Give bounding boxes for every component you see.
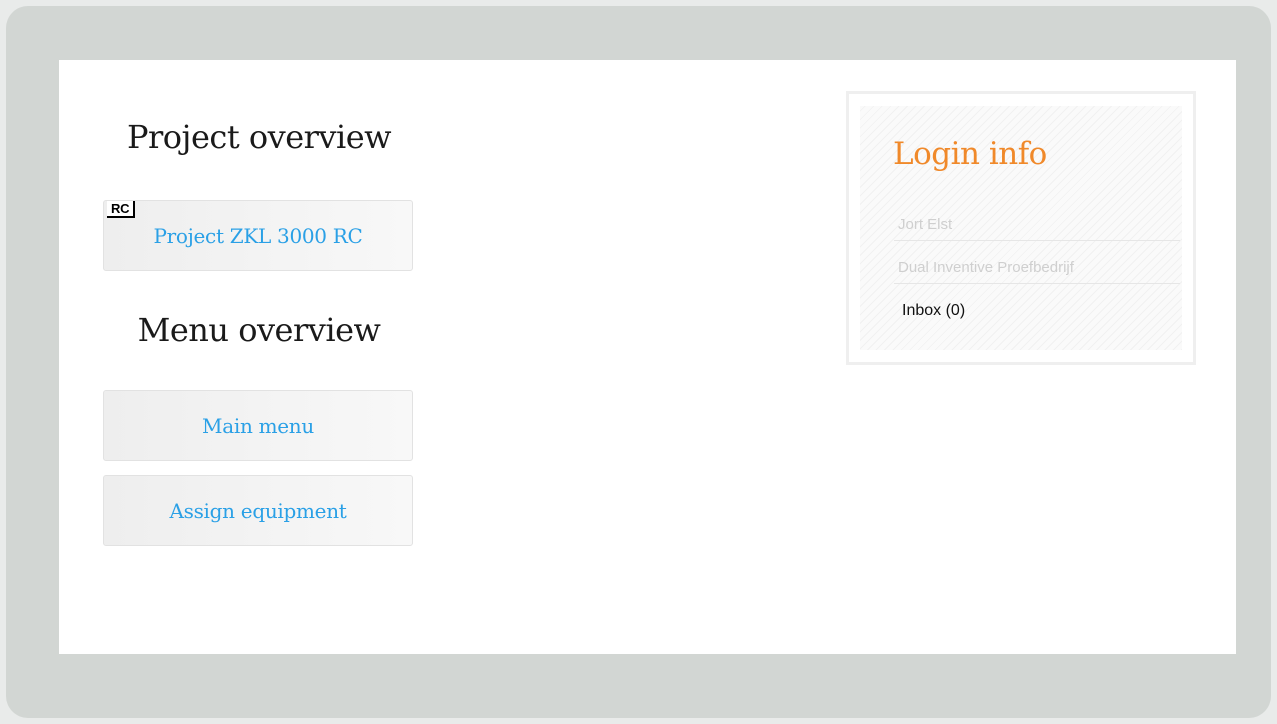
divider <box>894 240 1180 241</box>
app-frame: Project overview RC Project ZKL 3000 RC … <box>6 6 1271 718</box>
divider <box>894 283 1180 284</box>
user-name: Jort Elst <box>898 216 953 233</box>
assign-equipment-label: Assign equipment <box>169 498 347 523</box>
inbox-link[interactable]: Inbox (0) <box>902 302 1184 320</box>
main-menu-label: Main menu <box>202 413 314 438</box>
login-info-title: Login info <box>893 136 1047 172</box>
login-info-panel: Login info Jort Elst Dual Inventive Proe… <box>846 91 1196 365</box>
company-name: Dual Inventive Proefbedrijf <box>898 259 1074 276</box>
project-button[interactable]: RC Project ZKL 3000 RC <box>103 200 413 271</box>
main-menu-button[interactable]: Main menu <box>103 390 413 461</box>
menu-overview-title: Menu overview <box>137 311 381 349</box>
rc-badge: RC <box>107 201 136 218</box>
login-info-inner: Login info Jort Elst Dual Inventive Proe… <box>860 106 1182 350</box>
assign-equipment-button[interactable]: Assign equipment <box>103 475 413 546</box>
project-overview-title: Project overview <box>126 118 392 156</box>
main-content: Project overview RC Project ZKL 3000 RC … <box>59 60 1236 654</box>
project-button-label: Project ZKL 3000 RC <box>153 223 363 248</box>
